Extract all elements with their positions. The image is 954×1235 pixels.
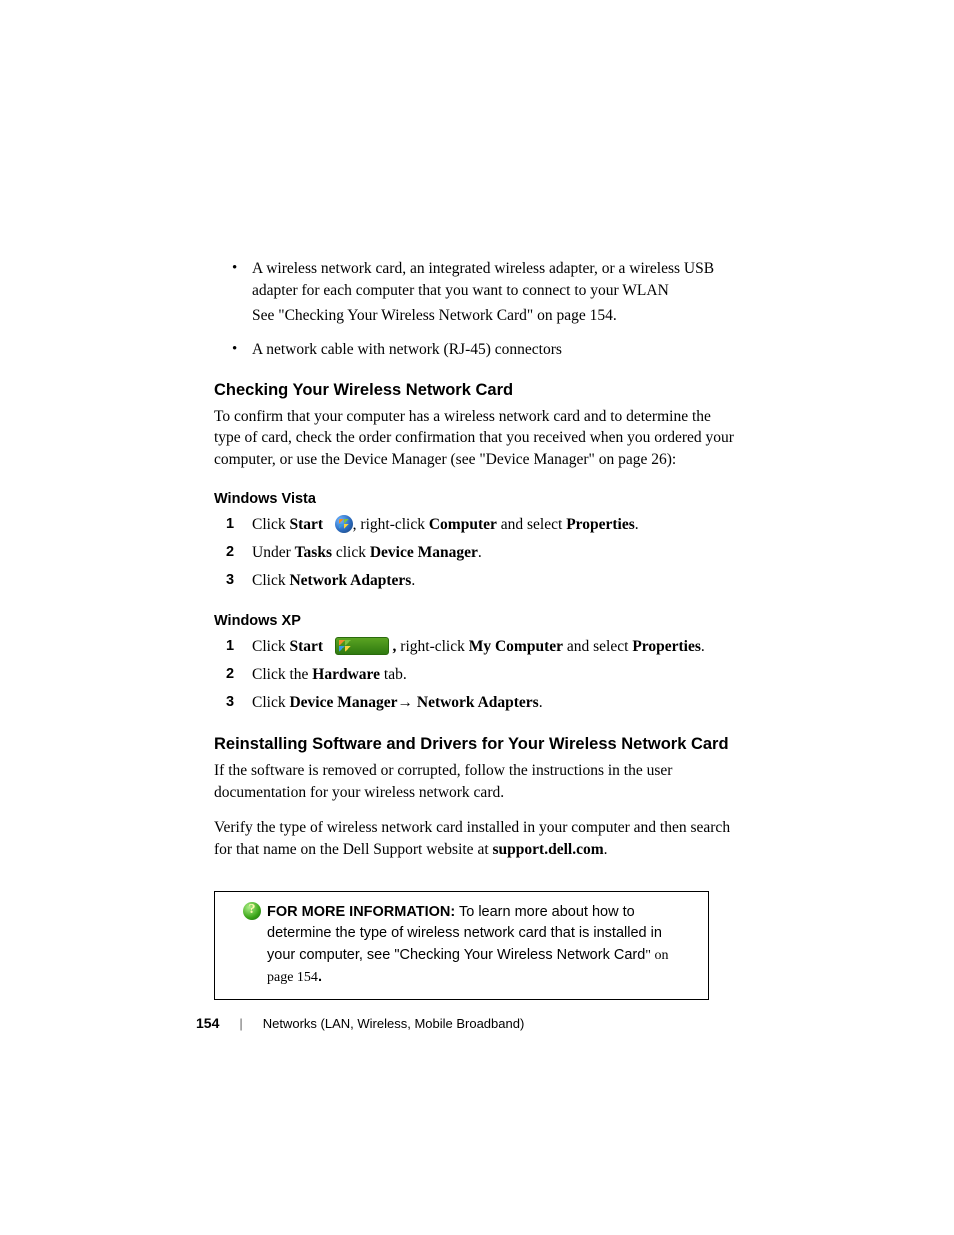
text-bold: Start	[289, 516, 323, 533]
start-orb-icon	[327, 516, 353, 533]
text: Click	[252, 572, 289, 589]
question-icon: ?	[243, 902, 261, 920]
text: click	[332, 544, 370, 561]
heading-xp: Windows XP	[214, 613, 738, 629]
text-bold: Network Adapters	[289, 572, 411, 589]
vista-steps: Click Start , right-click Computer and s…	[214, 513, 738, 593]
text-bold: Device Manager	[370, 544, 478, 561]
separator: |	[239, 1016, 242, 1031]
text: .	[318, 969, 322, 985]
text: .	[604, 841, 608, 858]
text-bold: My Computer	[469, 638, 563, 655]
text-bold: Hardware	[312, 666, 380, 683]
chapter-title: Networks (LAN, Wireless, Mobile Broadban…	[263, 1016, 525, 1031]
text: and select	[563, 638, 632, 655]
page-number: 154	[196, 1015, 219, 1031]
text: Click	[252, 694, 289, 711]
info-box: ? FOR MORE INFORMATION: To learn more ab…	[214, 891, 709, 1000]
text: .	[635, 516, 639, 533]
heading-vista: Windows Vista	[214, 491, 738, 507]
step: Click Start , right-click My Computer an…	[214, 635, 738, 659]
step: Click Start , right-click Computer and s…	[214, 513, 738, 537]
text: See "Checking Your Wireless Network Card…	[252, 307, 617, 324]
step: Click Network Adapters.	[214, 569, 738, 593]
text: Click the	[252, 666, 312, 683]
xp-steps: Click Start , right-click My Computer an…	[214, 635, 738, 715]
text: Click	[252, 516, 289, 533]
info-label: FOR MORE INFORMATION:	[267, 904, 455, 920]
heading-checking: Checking Your Wireless Network Card	[214, 381, 738, 400]
page-footer: 154 | Networks (LAN, Wireless, Mobile Br…	[196, 1015, 524, 1031]
text: and select	[497, 516, 566, 533]
text: , right-click	[353, 516, 429, 533]
text: Click	[252, 638, 289, 655]
text: tab.	[380, 666, 407, 683]
text-bold: Properties	[632, 638, 701, 655]
text-bold: Network Adapters	[417, 694, 539, 711]
text-bold: Computer	[429, 516, 497, 533]
text: Under	[252, 544, 295, 561]
text: adapter for each computer that you want …	[252, 282, 669, 299]
step: Click Device Manager→ Network Adapters.	[214, 691, 738, 715]
text: .	[478, 544, 482, 561]
page-content: A wireless network card, an integrated w…	[214, 258, 738, 1000]
step: Click the Hardware tab.	[214, 663, 738, 687]
list-item: A wireless network card, an integrated w…	[214, 258, 738, 327]
requirements-list: A wireless network card, an integrated w…	[214, 258, 738, 361]
step: Under Tasks click Device Manager.	[214, 541, 738, 565]
start-button-icon	[327, 638, 393, 655]
text: .	[539, 694, 543, 711]
link-text: support.dell.com	[493, 841, 604, 858]
paragraph: Verify the type of wireless network card…	[214, 817, 738, 860]
list-item: A network cable with network (RJ-45) con…	[214, 339, 738, 361]
text-bold: Start	[289, 638, 323, 655]
text: A network cable with network (RJ-45) con…	[252, 341, 562, 358]
arrow-icon: →	[398, 694, 417, 711]
text-bold: Device Manager	[289, 694, 397, 711]
text: .	[411, 572, 415, 589]
text: Verify the type of wireless network card…	[214, 819, 730, 858]
paragraph: If the software is removed or corrupted,…	[214, 760, 738, 803]
heading-reinstall: Reinstalling Software and Drivers for Yo…	[214, 735, 738, 754]
text-bold: Properties	[566, 516, 635, 533]
text: right-click	[396, 638, 468, 655]
text: .	[701, 638, 705, 655]
text-bold: Tasks	[295, 544, 332, 561]
text: A wireless network card, an integrated w…	[252, 260, 714, 277]
paragraph: To confirm that your computer has a wire…	[214, 406, 738, 471]
